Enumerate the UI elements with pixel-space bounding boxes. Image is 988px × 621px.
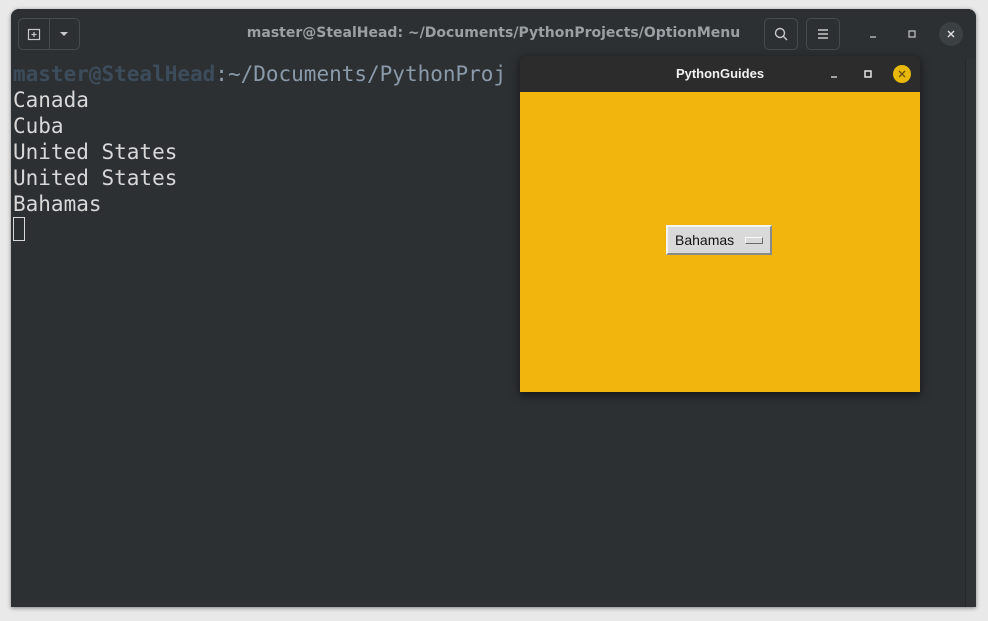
minimize-button[interactable] — [861, 22, 885, 46]
maximize-button[interactable] — [900, 22, 924, 46]
maximize-icon — [908, 30, 916, 38]
output-line: United States — [13, 166, 178, 190]
tk-title-bar[interactable]: PythonGuides — [520, 56, 920, 92]
menu-button[interactable] — [806, 18, 840, 50]
terminal-output[interactable]: master@StealHead:~/Documents/PythonProj C… — [13, 61, 506, 243]
output-line: Bahamas — [13, 192, 102, 216]
search-button[interactable] — [764, 18, 798, 50]
country-option-menu[interactable]: Bahamas — [666, 225, 772, 255]
prompt-user: master@StealHead — [13, 62, 216, 86]
maximize-icon — [864, 70, 872, 78]
prompt-path: :~/Documents/PythonProj — [215, 62, 507, 86]
tk-content-area: Bahamas — [520, 92, 920, 392]
minimize-icon — [831, 76, 837, 78]
terminal-header-bar: master@StealHead: ~/Documents/PythonProj… — [11, 9, 976, 59]
text-cursor — [13, 217, 25, 241]
close-button[interactable] — [939, 22, 963, 46]
tk-maximize-button[interactable] — [859, 65, 877, 83]
terminal-scrollbar[interactable] — [965, 59, 976, 607]
tk-window: PythonGuides Bahamas — [520, 56, 920, 392]
prompt-line: master@StealHead:~/Documents/PythonProj — [13, 61, 506, 87]
hamburger-menu-icon — [818, 29, 828, 39]
tk-close-button[interactable] — [893, 65, 911, 83]
minimize-icon — [870, 36, 876, 38]
cursor-line — [13, 217, 506, 243]
close-icon — [898, 70, 906, 78]
option-menu-selected: Bahamas — [675, 232, 735, 248]
search-icon — [774, 27, 788, 41]
tk-minimize-button[interactable] — [825, 65, 843, 83]
option-menu-indicator-icon — [745, 237, 763, 244]
output-line: United States — [13, 140, 178, 164]
output-line: Cuba — [13, 114, 64, 138]
close-icon — [947, 30, 955, 38]
output-line: Canada — [13, 88, 89, 112]
